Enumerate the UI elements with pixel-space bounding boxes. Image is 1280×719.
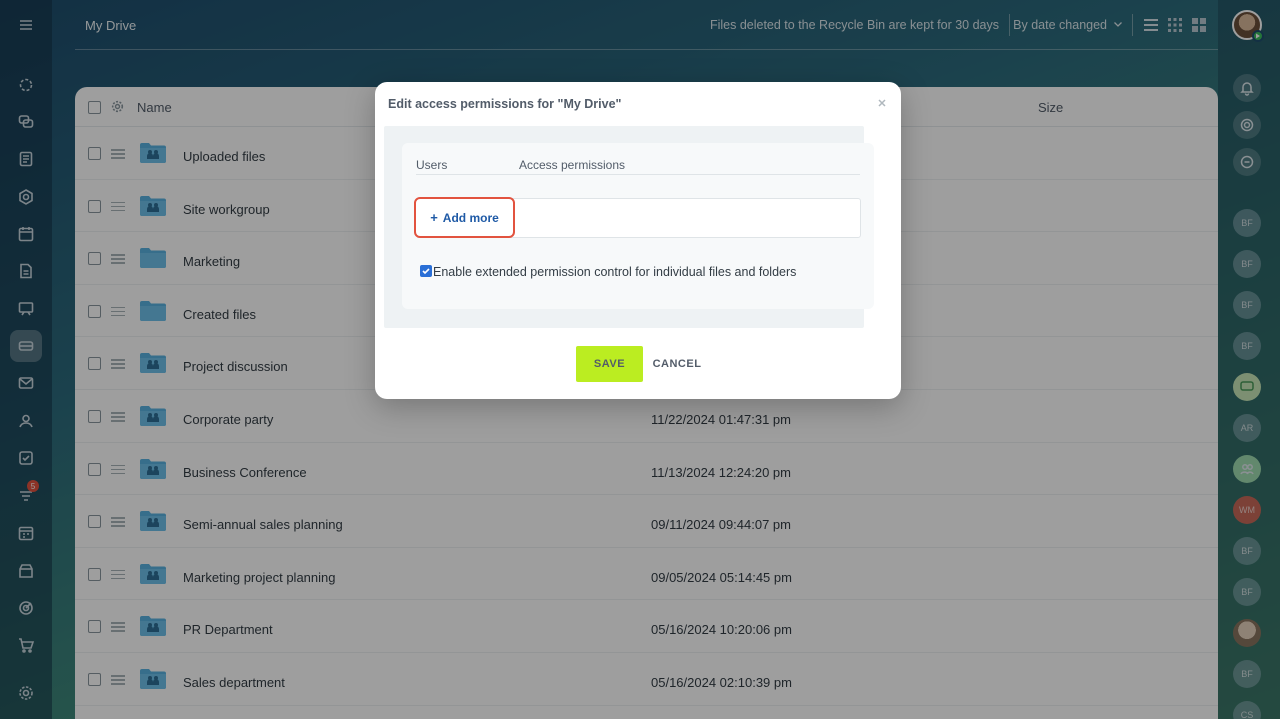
- dialog-title: Edit access permissions for "My Drive": [388, 97, 622, 111]
- permissions-table: Users Access permissions + Add more Enab…: [402, 143, 874, 309]
- extended-permission-label[interactable]: Enable extended permission control for i…: [433, 265, 796, 279]
- edit-permissions-dialog: Edit access permissions for "My Drive" U…: [375, 82, 901, 399]
- close-icon[interactable]: [876, 96, 888, 108]
- header-divider: [416, 174, 860, 175]
- save-button[interactable]: SAVE: [576, 346, 643, 382]
- column-header-access: Access permissions: [519, 158, 626, 172]
- add-more-label: Add more: [442, 210, 499, 225]
- column-header-users: Users: [416, 158, 448, 172]
- add-more-button[interactable]: + Add more: [414, 197, 515, 238]
- cancel-button[interactable]: CANCEL: [647, 346, 707, 382]
- extended-permission-checkbox[interactable]: [420, 265, 432, 277]
- dialog-body: Users Access permissions + Add more Enab…: [384, 126, 874, 328]
- plus-icon: +: [430, 210, 438, 225]
